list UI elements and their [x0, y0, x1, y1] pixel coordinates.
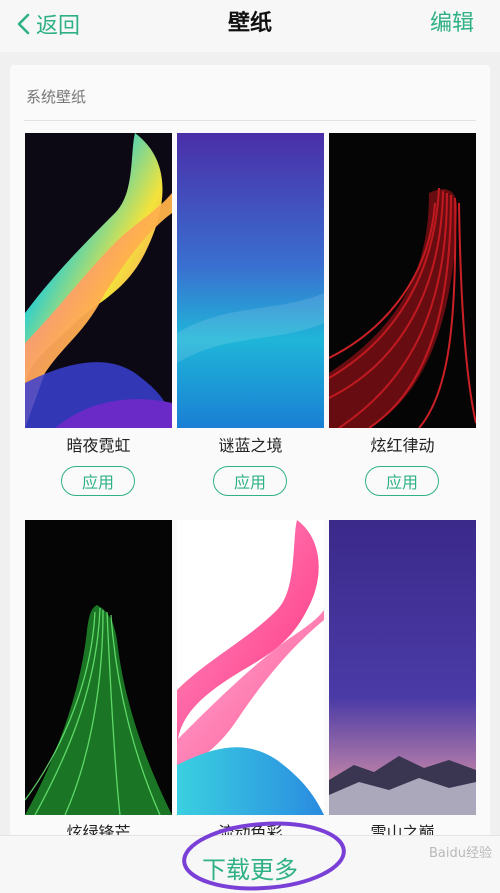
wallpaper-thumb-red-rhythm[interactable] [329, 133, 476, 428]
apply-button[interactable]: 应用 [213, 466, 287, 496]
wallpaper-thumb-neon-night[interactable] [25, 133, 172, 428]
wallpaper-name: 炫红律动 [370, 436, 435, 455]
edit-button[interactable]: 编辑 [430, 8, 474, 40]
watermark: Baidu经验 [429, 846, 492, 861]
wallpaper-name: 暗夜霓虹 [66, 436, 131, 455]
page-title: 壁纸 [227, 11, 272, 36]
download-more-button[interactable]: 下载更多 [0, 850, 500, 885]
wallpaper-thumb-flowing-colors[interactable] [177, 520, 324, 815]
wallpaper-thumb-green-edge[interactable] [25, 520, 172, 815]
section-label: 系统壁纸 [26, 88, 87, 106]
apply-button[interactable]: 应用 [61, 466, 135, 496]
apply-button[interactable]: 应用 [365, 466, 439, 496]
wallpaper-thumb-mystic-blue[interactable] [177, 133, 324, 428]
divider [24, 120, 476, 121]
wallpaper-name: 谜蓝之境 [218, 436, 283, 455]
wallpaper-thumb-snow-peak[interactable] [329, 520, 476, 815]
